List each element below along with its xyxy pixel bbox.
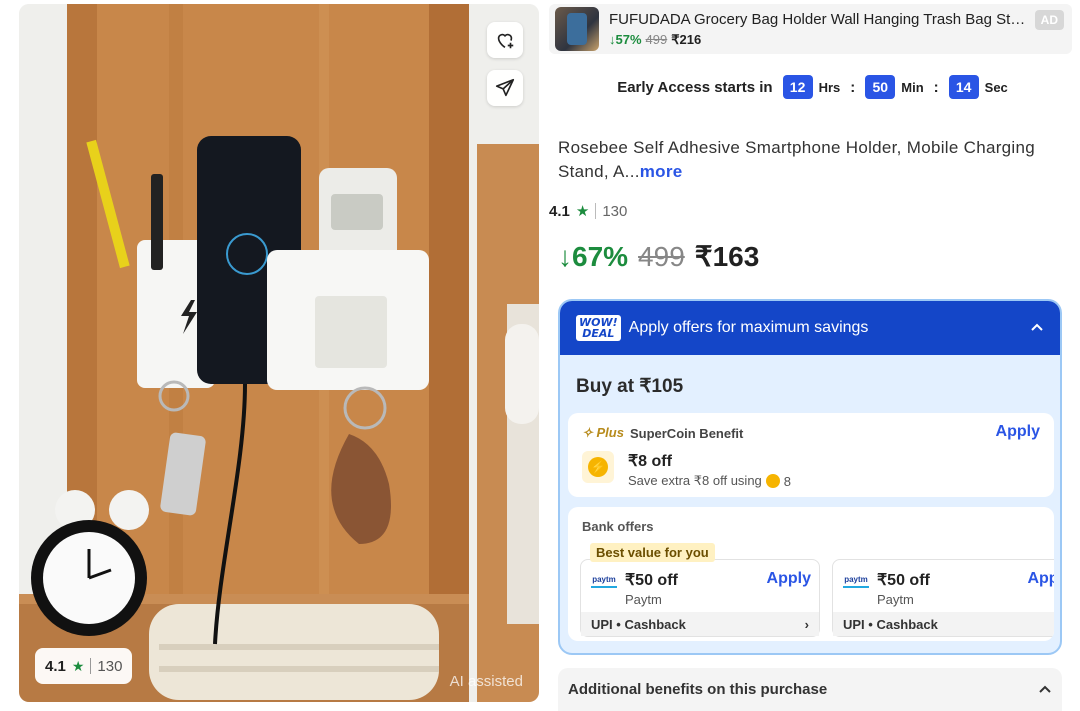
bank-offer-amount: ₹50 off: [625, 572, 678, 589]
wishlist-button[interactable]: [487, 22, 523, 58]
bank-offer-type: UPI • Cashback: [843, 617, 938, 632]
ad-price: ↓57% 499 ₹216: [609, 32, 1029, 48]
wishlist-icon: [497, 33, 514, 49]
early-access-timer: Early Access starts in 12 Hrs : 50 Min :…: [545, 75, 1080, 99]
supercoin-icon: ⚡: [582, 451, 614, 483]
coin-icon: [765, 474, 780, 488]
ad-info: FUFUDADA Grocery Bag Holder Wall Hanging…: [609, 11, 1029, 48]
offers-card: WOW! DEAL Apply offers for maximum savin…: [558, 299, 1062, 655]
timer-colon: :: [850, 78, 856, 96]
bank-offer-footer[interactable]: UPI • Cashback ›: [581, 612, 819, 636]
bank-offer-provider: Paytm: [877, 592, 914, 607]
ad-thumbnail: [555, 7, 599, 51]
product-price: ↓67% 499 ₹163: [558, 240, 759, 273]
product-photo: [19, 4, 539, 702]
bank-offers-label: Bank offers: [582, 519, 654, 534]
bank-offer-provider: Paytm: [625, 592, 662, 607]
plus-badge: ✧ Plus: [582, 425, 624, 440]
wow-deal-logo-line2: DEAL: [582, 327, 615, 340]
offers-header[interactable]: WOW! DEAL Apply offers for maximum savin…: [560, 301, 1060, 355]
ad-badge: AD: [1034, 10, 1064, 30]
bank-offer-apply-button[interactable]: Apply: [767, 570, 811, 588]
supercoin-subtext-label: Save extra ₹8 off using: [628, 473, 762, 488]
early-access-label: Early Access starts in: [617, 78, 773, 96]
chevron-up-icon: [1031, 323, 1043, 331]
bank-offers: Bank offers paytm ₹50 off Paytm Apply UP…: [568, 507, 1054, 641]
supercoin-label: SuperCoin Benefit: [629, 425, 744, 441]
rating-count: 130: [602, 202, 628, 220]
more-link[interactable]: more: [640, 162, 683, 181]
timer-colon: :: [933, 78, 939, 96]
product-rating[interactable]: 4.1 ★ 130: [549, 202, 628, 221]
divider: [90, 658, 92, 674]
rating-value: 4.1: [549, 202, 570, 220]
timer-hours: 12: [782, 75, 813, 99]
product-title: Rosebee Self Adhesive Smartphone Holder,…: [558, 136, 1058, 184]
image-rating-badge: 4.1 ★ 130: [35, 648, 133, 684]
bank-offer-footer[interactable]: UPI • Cashback: [833, 612, 1054, 636]
ad-mrp: 499: [645, 32, 668, 47]
timer-hours-unit: Hrs: [818, 79, 841, 95]
bank-offer-apply-button[interactable]: Appl: [1027, 570, 1054, 588]
bank-offer-type: UPI • Cashback: [591, 617, 686, 632]
sponsored-ad[interactable]: FUFUDADA Grocery Bag Holder Wall Hanging…: [549, 4, 1072, 54]
divider: [595, 203, 597, 219]
timer-seconds: 14: [948, 75, 979, 99]
ad-sale-price: ₹216: [671, 31, 702, 47]
supercoin-subtext: Save extra ₹8 off using 8: [628, 473, 791, 489]
share-button[interactable]: [487, 70, 523, 106]
ad-discount: ↓57%: [609, 32, 642, 47]
timer-minutes: 50: [865, 75, 896, 99]
timer-seconds-unit: Sec: [984, 79, 1008, 95]
supercoin-count: 8: [783, 473, 792, 489]
image-rating-count: 130: [97, 657, 123, 675]
chevron-up-icon: [1039, 685, 1051, 693]
supercoin-off: ₹8 off: [628, 453, 672, 470]
paytm-logo-icon: paytm: [591, 574, 617, 588]
offers-header-text: Apply offers for maximum savings: [628, 319, 869, 336]
ad-title: FUFUDADA Grocery Bag Holder Wall Hanging…: [609, 10, 1029, 28]
image-rating-value: 4.1: [45, 657, 66, 675]
product-image-gallery[interactable]: 4.1 ★ 130 AI assisted: [19, 4, 539, 702]
supercoin-header: ✧ Plus SuperCoin Benefit: [582, 425, 743, 441]
paytm-logo-icon: paytm: [843, 574, 869, 588]
share-icon: [495, 78, 515, 97]
sale-price: ₹163: [694, 241, 760, 272]
ai-assisted-label: AI assisted: [449, 673, 523, 690]
product-page: 4.1 ★ 130 AI assisted FUFUDADA Grocery B…: [0, 0, 1080, 711]
timer-minutes-unit: Min: [901, 79, 924, 95]
buy-at-price: Buy at ₹105: [576, 376, 684, 397]
best-value-badge: Best value for you: [590, 543, 715, 562]
bank-offer-item[interactable]: paytm ₹50 off Paytm Appl UPI • Cashback: [832, 559, 1054, 637]
supercoin-apply-button[interactable]: Apply: [996, 423, 1040, 441]
mrp-price: 499: [638, 241, 685, 272]
discount-percent: ↓67%: [558, 241, 629, 272]
product-details-panel: FUFUDADA Grocery Bag Holder Wall Hanging…: [545, 0, 1080, 711]
additional-benefits-label: Additional benefits on this purchase: [568, 681, 828, 698]
star-icon: ★: [71, 657, 85, 674]
bank-offer-item[interactable]: paytm ₹50 off Paytm Apply UPI • Cashback…: [580, 559, 820, 637]
product-title-text: Rosebee Self Adhesive Smartphone Holder,…: [558, 138, 1036, 181]
additional-benefits-section[interactable]: Additional benefits on this purchase: [558, 668, 1062, 711]
chevron-right-icon: ›: [804, 617, 809, 632]
supercoin-offer: ✧ Plus SuperCoin Benefit Apply ⚡ ₹8 off …: [568, 413, 1054, 497]
bank-offer-amount: ₹50 off: [877, 572, 930, 589]
star-icon: ★: [575, 203, 590, 220]
wow-deal-logo: WOW! DEAL: [576, 315, 621, 341]
